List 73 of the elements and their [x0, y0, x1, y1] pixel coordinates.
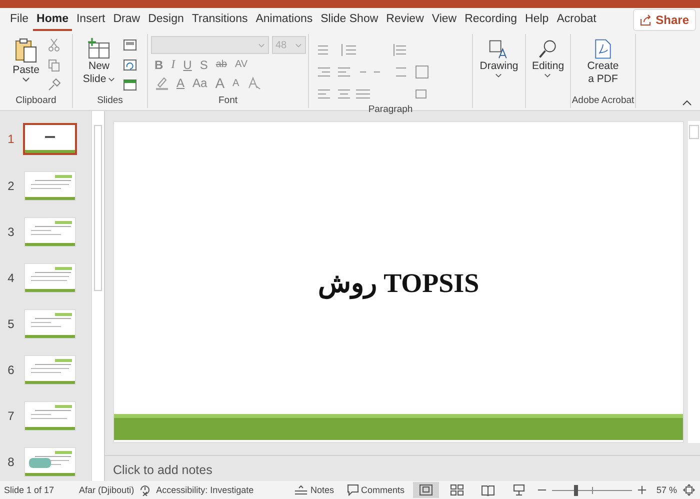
notes-icon [294, 485, 308, 495]
slide-number: 2 [6, 179, 16, 193]
ribbon-tab[interactable]: Insert [72, 10, 110, 30]
slide-number: 8 [6, 455, 16, 469]
clipboard-icon [14, 38, 38, 64]
slide-number: 1 [6, 132, 16, 146]
caret-icon [258, 42, 264, 48]
copy-icon[interactable] [47, 58, 62, 72]
drawing-button[interactable]: Drawing [478, 36, 520, 80]
ribbon-tab[interactable]: Recording [460, 10, 522, 30]
comments-button[interactable]: Comments [342, 484, 408, 496]
caret-icon [108, 77, 116, 82]
slideshow-view-icon [512, 484, 526, 496]
ribbon-tab[interactable]: Draw [109, 10, 144, 30]
ribbon-tab[interactable]: Animations [252, 10, 317, 30]
group-label: Paragraph [368, 104, 413, 115]
layout-icon[interactable] [123, 38, 140, 52]
group-label: Clipboard [16, 95, 56, 106]
ribbon-tab[interactable]: View [428, 10, 461, 30]
normal-view-button[interactable] [413, 482, 440, 498]
new-slide-button[interactable]: New Slide [80, 36, 118, 88]
slide-count: Slide 1 of 17 [4, 485, 54, 495]
brush-icon[interactable] [47, 78, 62, 92]
slide-number: 4 [6, 271, 16, 285]
reset-icon[interactable] [123, 58, 140, 72]
group-label: Font [218, 95, 238, 106]
slide-scrollbar[interactable] [688, 121, 700, 443]
caret-icon [544, 73, 552, 78]
accessibility-icon[interactable] [139, 484, 152, 496]
sorter-view-icon [450, 484, 464, 496]
share-button[interactable]: Share [632, 9, 696, 31]
language-label[interactable]: Afar (Djibouti) [79, 485, 134, 495]
caret-icon [22, 77, 30, 82]
zoom-slider-thumb[interactable] [574, 485, 578, 496]
slide-title[interactable]: روش TOPSIS [114, 122, 683, 414]
fit-to-window-icon[interactable] [682, 483, 696, 497]
caret-icon [495, 73, 502, 78]
section-icon[interactable] [123, 78, 140, 92]
thumbnail-scrollbar[interactable] [91, 111, 104, 481]
notes-button[interactable]: Notes [290, 485, 338, 495]
search-icon [536, 38, 559, 60]
paste-button[interactable]: Paste [10, 36, 42, 84]
comment-icon [346, 484, 359, 496]
slide-number: 5 [6, 317, 16, 331]
highlighter-icon[interactable] [154, 76, 168, 90]
new-slide-icon [86, 38, 112, 60]
slide-number: 6 [6, 363, 16, 377]
slide-number: 7 [6, 409, 16, 423]
ribbon-tab[interactable]: Review [382, 10, 428, 30]
collapse-ribbon-icon[interactable] [682, 100, 692, 106]
ribbon-tab[interactable]: Transitions [188, 10, 252, 30]
share-icon [640, 14, 652, 26]
zoom-slider[interactable] [552, 484, 632, 496]
ribbon-tab[interactable]: Design [144, 10, 188, 30]
ribbon-tab[interactable]: Slide Show [316, 10, 382, 30]
zoom-in-icon[interactable] [637, 485, 648, 495]
zoom-level[interactable]: 57 % [656, 485, 677, 495]
group-label: Slides [97, 95, 123, 106]
caret-icon [294, 42, 302, 48]
editing-button[interactable]: Editing [530, 36, 566, 80]
ribbon-tab[interactable]: Help [521, 10, 553, 30]
cut-icon[interactable] [47, 38, 62, 52]
accessibility-status[interactable]: Accessibility: Investigate [156, 485, 254, 495]
ribbon-tab[interactable]: Acrobat [552, 10, 600, 30]
reading-view-icon [481, 484, 496, 496]
normal-view-icon [419, 484, 434, 496]
clear-formatting-icon[interactable] [247, 76, 262, 90]
font-name-field[interactable] [150, 36, 268, 54]
group-label: Adobe Acrobat [572, 95, 634, 106]
ribbon-tab[interactable]: File [6, 10, 33, 30]
create-pdf-button[interactable]: Create a PDF [585, 36, 621, 88]
slide-number: 3 [6, 225, 16, 239]
slide-thumbnail[interactable] [23, 123, 77, 155]
